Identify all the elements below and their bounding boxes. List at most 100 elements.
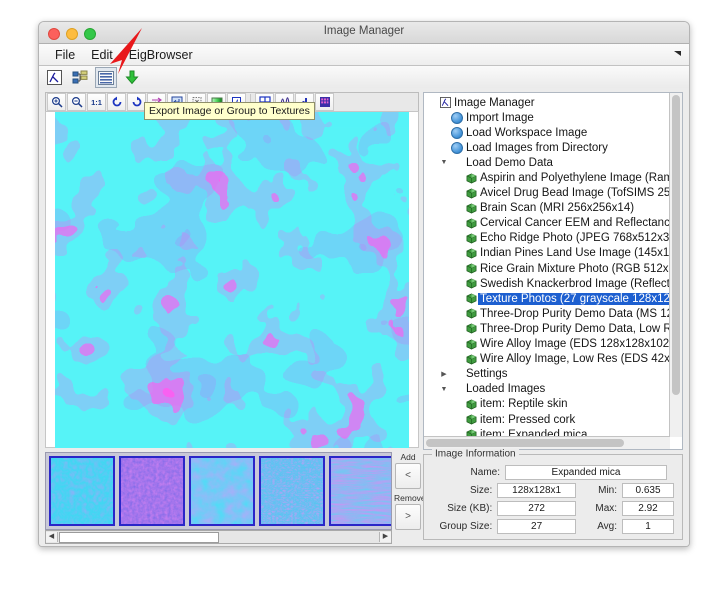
- menubar: File Edit EigBrowser: [39, 44, 689, 66]
- tree-node[interactable]: ▶Settings: [424, 367, 669, 382]
- tree-node[interactable]: Avicel Drug Bead Image (TofSIMS 256x256: [424, 186, 669, 201]
- tree-node[interactable]: Wire Alloy Image, Low Res (EDS 42x42x10: [424, 352, 669, 367]
- tree-node-label: item: Pressed cork: [478, 414, 575, 426]
- tree-node[interactable]: item: Reptile skin: [424, 397, 669, 412]
- reptile-skin-thumb[interactable]: [49, 456, 115, 526]
- thumbnail-scrollbar[interactable]: ◀ ▶: [45, 530, 392, 544]
- thumbnail-scroll-right-icon[interactable]: ▶: [379, 532, 391, 542]
- size-kb-label: Size (KB):: [428, 503, 497, 514]
- pressed-cork-thumb[interactable]: [119, 456, 185, 526]
- globe-icon: [450, 112, 464, 124]
- max-value: 2.92: [622, 501, 674, 516]
- eigenvector-lambda-icon[interactable]: [43, 67, 65, 88]
- expanded-twisty-icon[interactable]: ▼: [438, 386, 450, 393]
- expanded-mica-thumb[interactable]: [189, 456, 255, 526]
- rotate-ccw-icon[interactable]: [107, 93, 126, 111]
- zoom-out-icon[interactable]: [67, 93, 86, 111]
- tree-node[interactable]: Image Manager: [424, 95, 669, 110]
- screenshot-root: Image Manager File Edit EigBrowser: [0, 0, 714, 600]
- tree-node-label: Wire Alloy Image, Low Res (EDS 42x42x10: [478, 353, 669, 365]
- tree-node-label: Load Workspace Image: [464, 127, 587, 139]
- min-label: Min:: [576, 485, 622, 496]
- min-value: 0.635: [622, 483, 674, 498]
- tree-node[interactable]: Cervical Cancer EEM and Reflectance Imag: [424, 216, 669, 231]
- expanded-twisty-icon[interactable]: ▼: [438, 159, 450, 166]
- hierarchy-icon[interactable]: [69, 67, 91, 88]
- cube-icon: [464, 233, 478, 244]
- cube-icon: [464, 414, 478, 425]
- tree-vertical-scrollbar-handle[interactable]: [672, 95, 680, 395]
- zoom-in-icon[interactable]: [47, 93, 66, 111]
- cube-icon: [464, 263, 478, 274]
- tree-node[interactable]: Brain Scan (MRI 256x256x14): [424, 201, 669, 216]
- tree-node-label: Echo Ridge Photo (JPEG 768x512x3): [478, 232, 669, 244]
- tree-node-label: Avicel Drug Bead Image (TofSIMS 256x256: [478, 187, 669, 199]
- image-manager-tree[interactable]: Image ManagerImport Image Load Workspace …: [424, 93, 669, 436]
- thumbnail-zone: ◀ ▶ Add < Remove >: [45, 452, 419, 540]
- cube-icon: [464, 173, 478, 184]
- menu-edit[interactable]: Edit: [83, 47, 121, 63]
- tree-node[interactable]: Load Images from Directory: [424, 140, 669, 155]
- tree-horizontal-scrollbar-handle[interactable]: [426, 439, 624, 447]
- cube-icon: [464, 218, 478, 229]
- tree-node[interactable]: Import Image: [424, 110, 669, 125]
- tree-node[interactable]: ▼Loaded Images: [424, 382, 669, 397]
- group-size-value: 27: [497, 519, 576, 534]
- thumbnail-scrollbar-handle[interactable]: [59, 532, 219, 543]
- tree-node[interactable]: Texture Photos (27 grayscale 128x128): [424, 291, 669, 306]
- thumbnail-scroll-left-icon[interactable]: ◀: [46, 532, 58, 542]
- zoom-reset-icon[interactable]: 1:1: [87, 93, 106, 111]
- thumbnail-strip[interactable]: [45, 452, 392, 530]
- tree-node[interactable]: Wire Alloy Image (EDS 128x128x1024): [424, 337, 669, 352]
- tree-node-label: Indian Pines Land Use Image (145x145x2: [478, 247, 669, 259]
- size-kb-value: 272: [497, 501, 576, 516]
- tree-node[interactable]: Three-Drop Purity Demo Data (MS 126x12: [424, 306, 669, 321]
- tree-node[interactable]: item: Pressed cork: [424, 412, 669, 427]
- grass-lawn-thumb[interactable]: [259, 456, 325, 526]
- collapsed-twisty-icon[interactable]: ▶: [438, 370, 450, 378]
- tree-horizontal-scrollbar[interactable]: [424, 436, 670, 449]
- name-value: Expanded mica: [505, 465, 667, 480]
- tree-node-label: Texture Photos (27 grayscale 128x128): [478, 293, 669, 305]
- cube-icon: [464, 399, 478, 410]
- tree-node[interactable]: Indian Pines Land Use Image (145x145x2: [424, 246, 669, 261]
- export-textures-icon[interactable]: [95, 67, 117, 88]
- image-information-legend: Image Information: [432, 449, 519, 460]
- tree-node[interactable]: Aspirin and Polyethylene Image (Raman 21: [424, 170, 669, 185]
- image-canvas[interactable]: [45, 111, 419, 448]
- tree-node-label: Three-Drop Purity Demo Data, Low Res (M: [478, 323, 669, 335]
- size-label: Size:: [428, 485, 497, 496]
- expanded-mica-texture: [55, 112, 409, 448]
- tree-node[interactable]: Load Workspace Image: [424, 125, 669, 140]
- cube-icon: [464, 429, 478, 436]
- tree-node[interactable]: item: Expanded mica: [424, 427, 669, 436]
- avg-value: 1: [622, 519, 674, 534]
- add-button[interactable]: <: [395, 463, 421, 489]
- cube-icon: [464, 323, 478, 334]
- tree-node[interactable]: Swedish Knackerbrod Image (Reflectance 2: [424, 276, 669, 291]
- tree-node[interactable]: Three-Drop Purity Demo Data, Low Res (M: [424, 321, 669, 336]
- cube-icon: [464, 354, 478, 365]
- cube-icon: [464, 339, 478, 350]
- window-titlebar[interactable]: Image Manager: [39, 22, 689, 44]
- tree-vertical-scrollbar[interactable]: [669, 93, 682, 437]
- avg-label: Avg:: [576, 521, 622, 532]
- tree-node[interactable]: ▼ Load Demo Data: [424, 155, 669, 170]
- manager-pane: Image ManagerImport Image Load Workspace …: [423, 92, 683, 540]
- max-label: Max:: [576, 503, 622, 514]
- menu-eigbrowser[interactable]: EigBrowser: [121, 47, 201, 63]
- bark-of-tree-thumb[interactable]: [329, 456, 392, 526]
- tree-node-label: Brain Scan (MRI 256x256x14): [478, 202, 634, 214]
- cube-icon: [464, 308, 478, 319]
- tree-node[interactable]: Rice Grain Mixture Photo (RGB 512x512): [424, 261, 669, 276]
- menu-file[interactable]: File: [47, 47, 83, 63]
- add-label: Add: [394, 452, 422, 462]
- tree-node-label: Aspirin and Polyethylene Image (Raman 21: [478, 172, 669, 184]
- palette-icon[interactable]: [315, 93, 334, 111]
- menu-overflow-icon[interactable]: [672, 48, 684, 60]
- tree-node[interactable]: Echo Ridge Photo (JPEG 768x512x3): [424, 231, 669, 246]
- download-green-arrow-icon[interactable]: [121, 67, 143, 88]
- remove-button[interactable]: >: [395, 504, 421, 530]
- tree-node-label: Load Demo Data: [464, 157, 553, 169]
- group-size-row: Group Size: 27 Avg: 1: [428, 519, 674, 534]
